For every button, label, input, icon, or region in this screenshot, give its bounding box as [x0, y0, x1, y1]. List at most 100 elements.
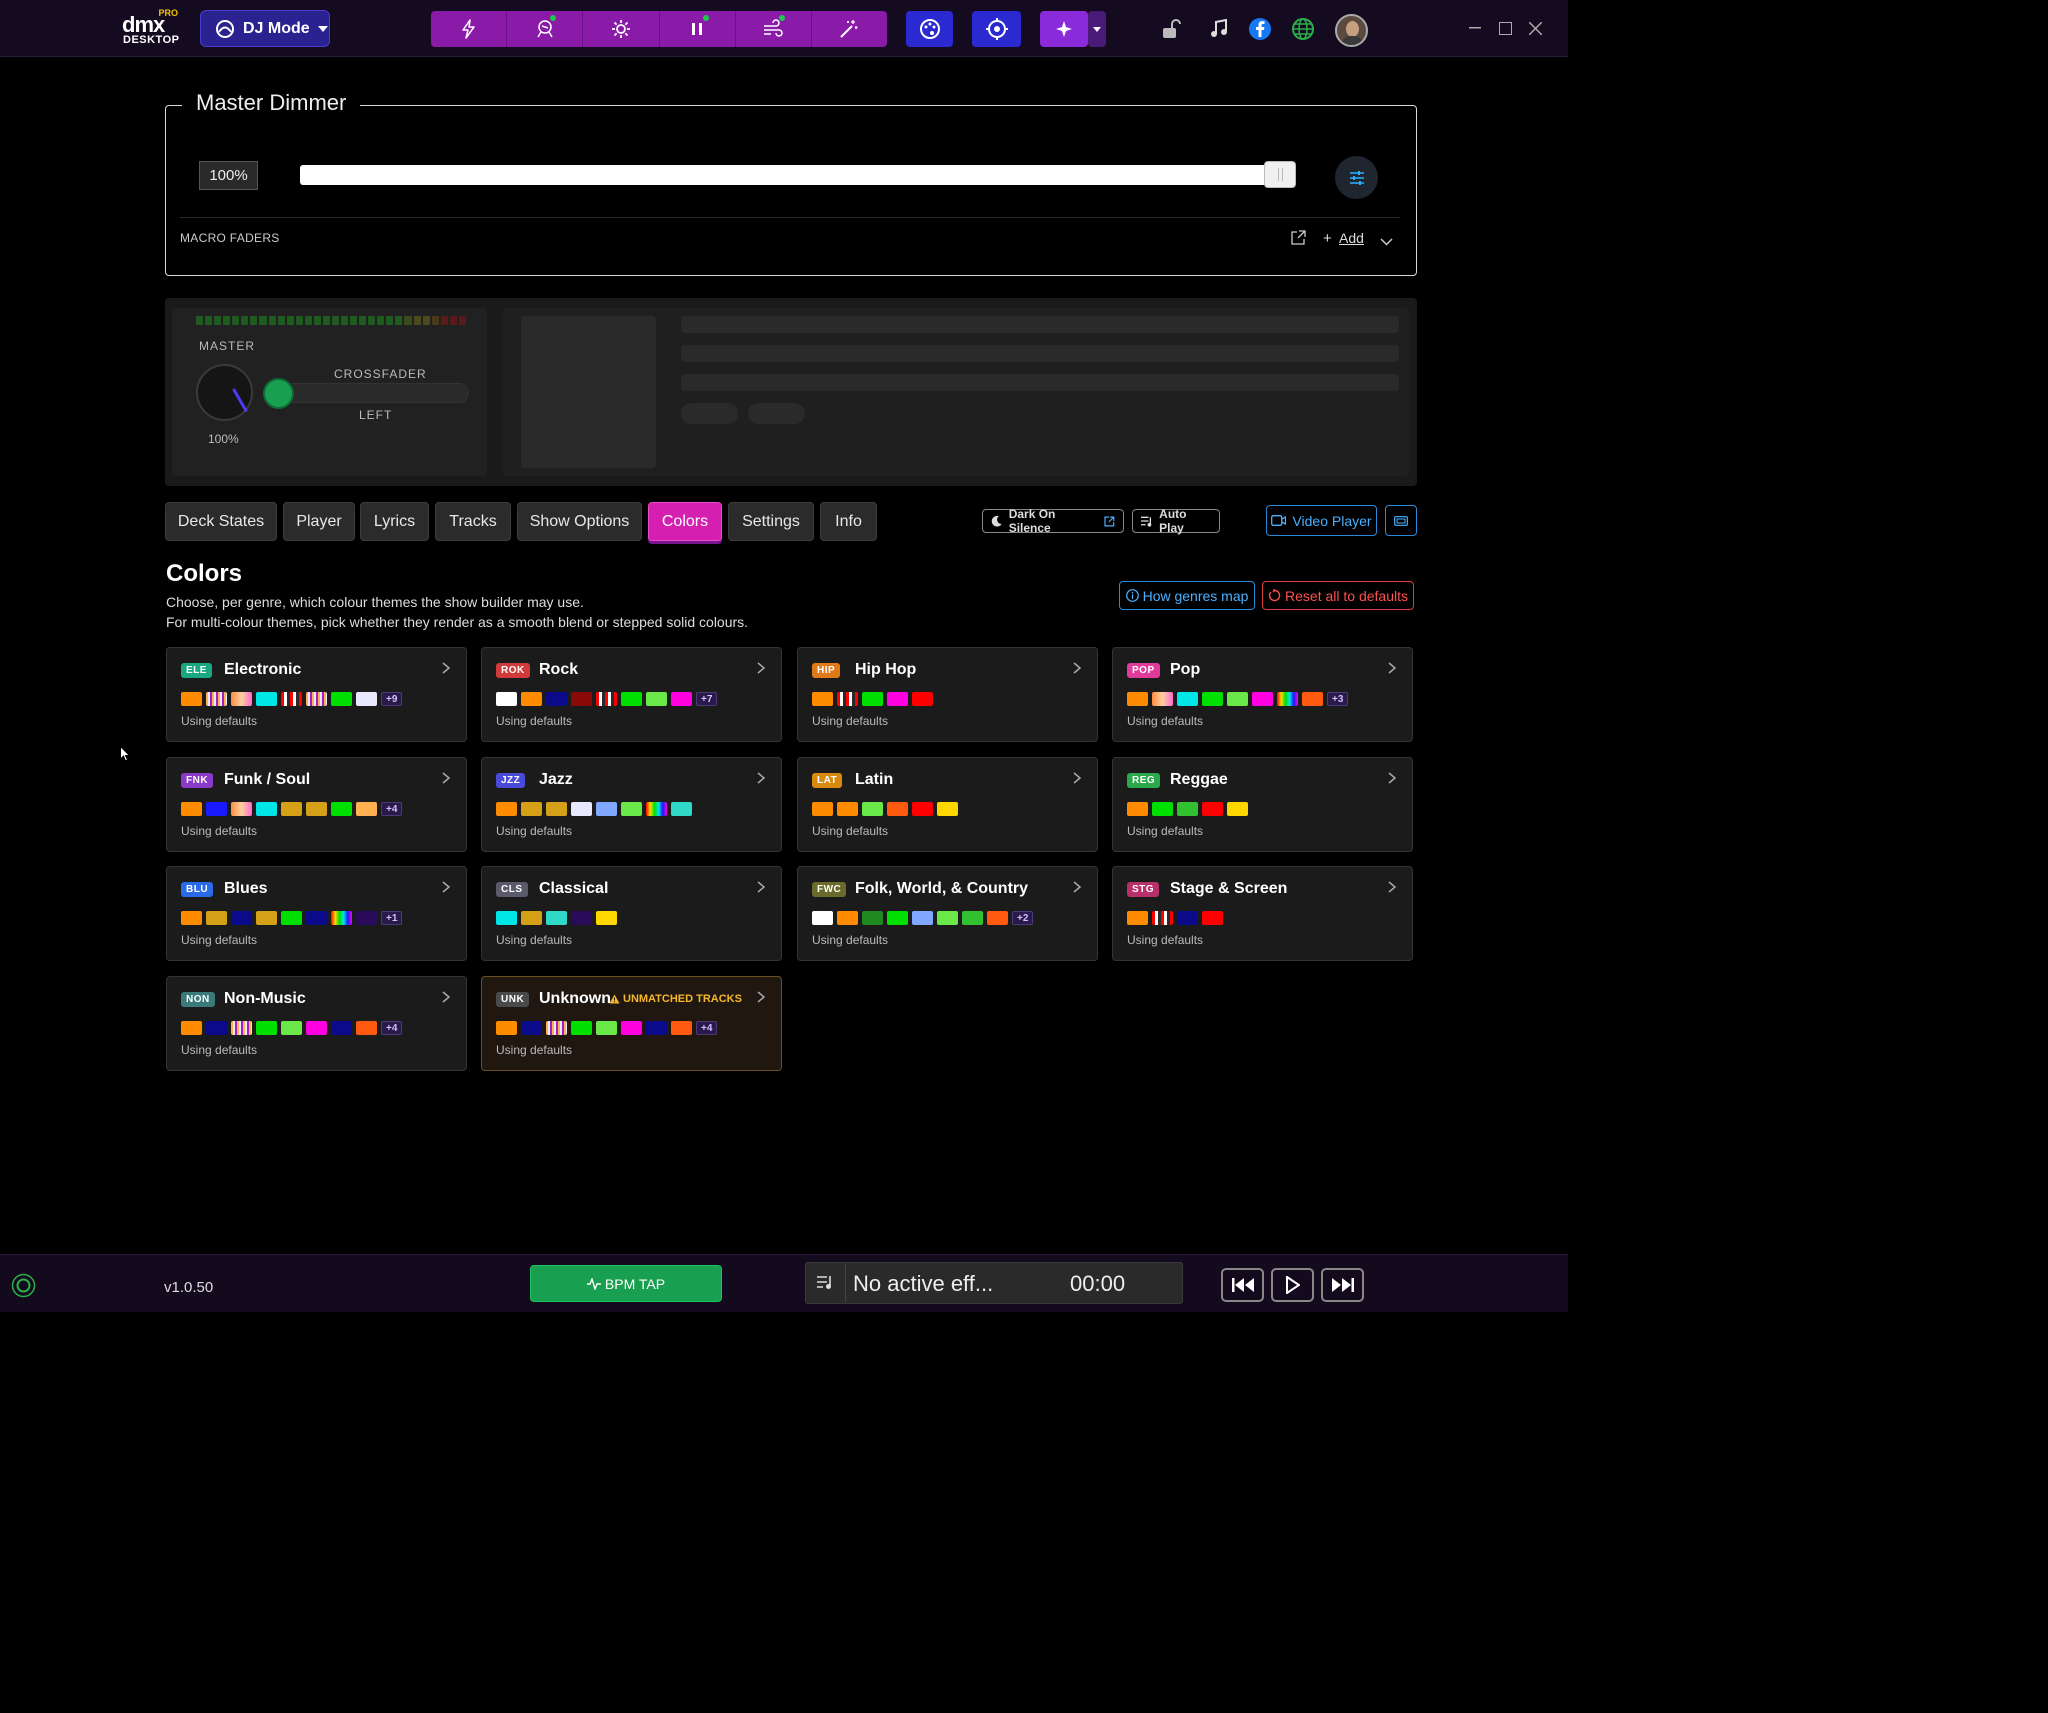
color-swatch — [356, 692, 377, 706]
tab-settings[interactable]: Settings — [728, 502, 814, 541]
genre-card-stg[interactable]: STG Stage & Screen Using defaults — [1112, 866, 1413, 961]
genre-card-unk[interactable]: UNK Unknown UNMATCHED TRACKS +4 Using defaul… — [481, 976, 782, 1071]
effect-button-gear-light[interactable] — [583, 11, 660, 47]
dark-on-silence-toggle[interactable]: Dark On Silence — [982, 507, 1124, 535]
genre-card-jzz[interactable]: JZZ Jazz Using defaults — [481, 757, 782, 852]
genre-card-non[interactable]: NON Non-Music +4 Using defaults — [166, 976, 467, 1071]
music-button[interactable] — [1206, 16, 1232, 42]
user-avatar[interactable] — [1335, 14, 1368, 47]
genre-status: Using defaults — [812, 824, 889, 838]
effect-button-bolt[interactable] — [431, 11, 508, 47]
swatch-row: +9 — [181, 692, 403, 706]
reset-defaults-button[interactable]: Reset all to defaults — [1262, 581, 1414, 610]
dimmer-slider-thumb[interactable] — [1264, 161, 1296, 188]
color-swatch — [281, 802, 302, 816]
color-swatch — [887, 911, 908, 925]
palette-button[interactable] — [906, 11, 953, 47]
genre-code-badge: REG — [1127, 773, 1161, 788]
play-button[interactable] — [1271, 1268, 1314, 1302]
sparkle-menu-button[interactable] — [1088, 11, 1106, 47]
add-macro-button[interactable]: Add — [1339, 230, 1364, 246]
tab-deck-states[interactable]: Deck States — [165, 502, 277, 541]
genre-code-badge: HIP — [812, 663, 841, 678]
genre-name: Funk / Soul — [224, 771, 311, 788]
skip-forward-icon — [1331, 1278, 1354, 1292]
bpm-tap-button[interactable]: BPM TAP — [530, 1265, 722, 1302]
genre-card-cls[interactable]: CLS Classical Using defaults — [481, 866, 782, 961]
music-note-icon — [1211, 19, 1227, 37]
genre-card-reg[interactable]: REG Reggae Using defaults — [1112, 757, 1413, 852]
website-button[interactable] — [1290, 16, 1316, 42]
genre-card-hip[interactable]: HIP Hip Hop Using defaults — [797, 647, 1098, 742]
tab-tracks[interactable]: Tracks — [435, 502, 511, 541]
maximize-button[interactable] — [1495, 18, 1515, 38]
tab-player[interactable]: Player — [283, 502, 355, 541]
target-button[interactable] — [972, 11, 1021, 47]
previous-button[interactable] — [1221, 1268, 1264, 1302]
expand-button[interactable] — [1380, 233, 1393, 251]
genre-card-fnk[interactable]: FNK Funk / Soul +4 Using defaults — [166, 757, 467, 852]
effect-button-magic-wand[interactable] — [812, 11, 887, 47]
vu-segment — [241, 316, 249, 325]
color-swatch — [206, 802, 227, 816]
dimmer-value-input[interactable]: 100% — [199, 161, 258, 190]
color-swatch — [181, 692, 202, 706]
next-button[interactable] — [1321, 1268, 1364, 1302]
color-swatch — [621, 692, 642, 706]
color-swatch — [331, 692, 352, 706]
genre-card-ele[interactable]: ELE Electronic +9 Using defaults — [166, 647, 467, 742]
video-player-button[interactable]: Video Player — [1266, 505, 1377, 536]
genre-card-fwc[interactable]: FWC Folk, World, & Country +2 Using default… — [797, 866, 1098, 961]
tab-colors[interactable]: Colors — [648, 502, 722, 541]
effect-button-wind[interactable] — [736, 11, 812, 47]
swatch-row: +2 — [812, 911, 1034, 925]
crossfader-track[interactable] — [272, 383, 469, 403]
color-swatch — [1152, 692, 1173, 706]
genre-name: Blues — [224, 880, 268, 897]
reset-defaults-label: Reset all to defaults — [1285, 587, 1408, 604]
chevron-right-icon — [1073, 881, 1082, 893]
facebook-button[interactable] — [1247, 16, 1273, 42]
how-genres-map-button[interactable]: How genres map — [1119, 581, 1255, 610]
minimize-button[interactable] — [1465, 18, 1485, 38]
target-icon — [985, 18, 1008, 40]
mini-screen-button[interactable] — [1385, 505, 1417, 536]
more-swatches-badge: +3 — [1327, 692, 1349, 706]
dimmer-settings-button[interactable] — [1335, 156, 1378, 199]
genre-name: Folk, World, & Country — [855, 880, 1029, 897]
vu-segment — [313, 316, 321, 325]
crossfader-position: LEFT — [359, 408, 393, 422]
color-swatch — [281, 692, 302, 706]
genre-card-blu[interactable]: BLU Blues +1 Using defaults — [166, 866, 467, 961]
crossfader-thumb[interactable] — [263, 378, 294, 409]
color-swatch — [596, 692, 617, 706]
sparkle-button[interactable] — [1040, 11, 1088, 47]
genre-card-lat[interactable]: LAT Latin Using defaults — [797, 757, 1098, 852]
tab-info[interactable]: Info — [820, 502, 877, 541]
auto-play-toggle[interactable]: Auto Play — [1132, 507, 1220, 535]
dimmer-slider-track[interactable] — [300, 165, 1296, 185]
chevron-right-icon — [1388, 772, 1397, 784]
color-swatch — [256, 911, 277, 925]
close-button[interactable] — [1525, 18, 1545, 38]
tab-lyrics[interactable]: Lyrics — [360, 502, 429, 541]
effect-button-spotlight[interactable] — [507, 11, 584, 47]
genre-card-rok[interactable]: ROK Rock +7 Using defaults — [481, 647, 782, 742]
status-icon — [11, 1273, 36, 1303]
vu-segment — [304, 316, 312, 325]
genre-card-pop[interactable]: POP Pop +3 Using defaults — [1112, 647, 1413, 742]
genre-code-badge: CLS — [496, 882, 528, 897]
tab-show-options[interactable]: Show Options — [517, 502, 642, 541]
color-swatch — [1202, 802, 1223, 816]
popout-button[interactable] — [1291, 230, 1306, 250]
color-swatch — [546, 802, 567, 816]
vu-segment — [214, 316, 222, 325]
unlock-button[interactable] — [1157, 16, 1183, 42]
vu-segment — [359, 316, 367, 325]
avatar-face — [1346, 21, 1359, 37]
spotlight-icon — [537, 20, 553, 38]
genre-name: Classical — [539, 880, 609, 897]
effect-button-pause[interactable] — [660, 11, 736, 47]
mode-dropdown[interactable]: DJ Mode — [200, 10, 330, 47]
facebook-icon — [1249, 18, 1271, 40]
